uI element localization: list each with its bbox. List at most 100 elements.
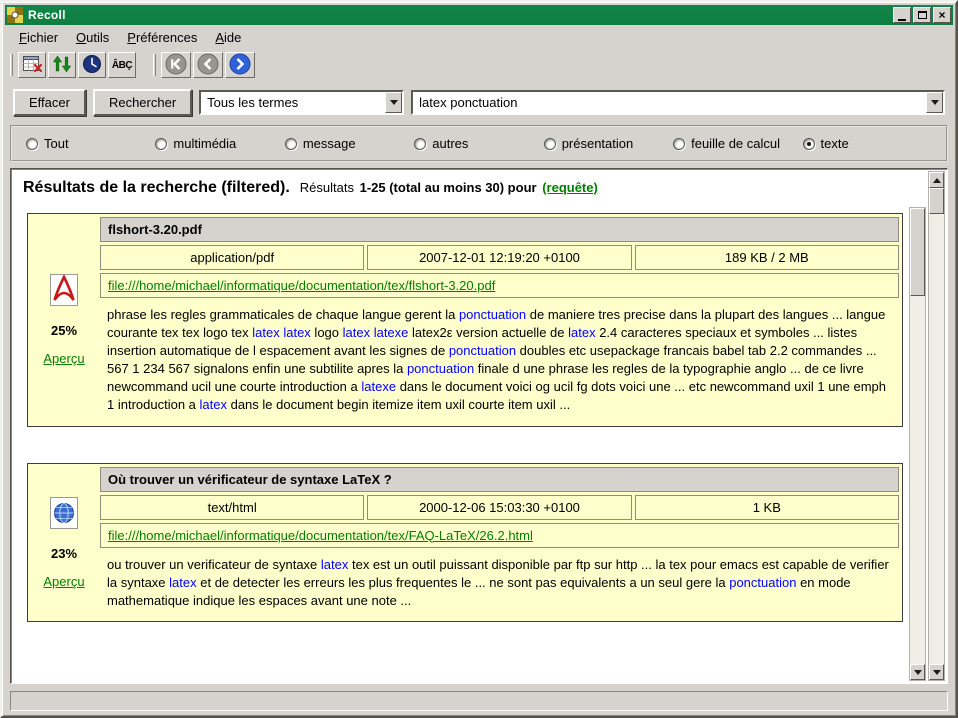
previous-page-button[interactable] (193, 52, 223, 78)
term-explorer-button[interactable]: ÂBÇ (108, 52, 136, 78)
recoll-window: Recoll × FichierOutilsPréférencesAide ÂB… (0, 0, 958, 718)
first-page-icon (164, 52, 188, 79)
relevance-percent: 23% (51, 546, 77, 561)
window-title: Recoll (28, 8, 893, 22)
scrollbar-thumb[interactable] (929, 188, 944, 214)
chevron-down-icon[interactable] (385, 92, 402, 113)
html-file-icon[interactable] (49, 496, 79, 533)
toolbar-grip[interactable] (10, 54, 13, 76)
sort-parameters-button[interactable] (48, 52, 76, 78)
result-size: 1 KB (635, 495, 899, 520)
recoll-app-icon (7, 7, 23, 23)
search-term-highlight: latex (321, 557, 348, 572)
arrow-down-icon (914, 670, 922, 679)
result-size: 189 KB / 2 MB (635, 245, 899, 270)
menu-aide[interactable]: Aide (207, 27, 249, 48)
result-item: 23% Aperçu Où trouver un vérificateur de s… (27, 463, 903, 623)
scrollbar-track[interactable] (929, 188, 944, 664)
toolbar: ÂBÇ (5, 49, 953, 81)
clear-search-icon (21, 53, 43, 78)
result-url-link[interactable]: file:///home/michael/informatique/docume… (108, 278, 495, 293)
result-url-link[interactable]: file:///home/michael/informatique/docume… (108, 528, 533, 543)
menu-preferences[interactable]: Préférences (119, 27, 205, 48)
result-title: Où trouver un vérificateur de syntaxe La… (100, 467, 899, 492)
result-side-panel: 25%Aperçu (31, 217, 97, 423)
search-button[interactable]: Rechercher (93, 89, 192, 116)
result-mime: text/html (100, 495, 364, 520)
search-bar: Effacer Rechercher Tous les termes latex… (13, 89, 945, 116)
scrollbar-thumb[interactable] (910, 208, 925, 296)
results-range: 1-25 (total au moins 30) pour (360, 180, 537, 195)
toolbar-grip[interactable] (153, 54, 156, 76)
preview-link[interactable]: Aperçu (43, 574, 84, 589)
preview-link[interactable]: Aperçu (43, 351, 84, 366)
radio-icon (803, 138, 815, 150)
filter-label-presentation: présentation (562, 136, 634, 151)
arrow-up-icon (933, 174, 941, 183)
scroll-down-button[interactable] (929, 664, 944, 680)
filter-label-texte: texte (821, 136, 849, 151)
result-item: 25%Aperçuflshort-3.20.pdf application/pdf… (27, 213, 903, 427)
filter-message[interactable]: message (285, 136, 414, 151)
abstract-text: et de detecter les erreurs les plus freq… (197, 575, 730, 590)
radio-icon (673, 138, 685, 150)
filter-label-message: message (303, 136, 356, 151)
menu-outils[interactable]: Outils (68, 27, 117, 48)
query-history-button[interactable] (78, 52, 106, 78)
query-history-icon (81, 53, 103, 78)
results-scrollbar-inner[interactable] (909, 207, 926, 681)
filter-label-feuille-de-calcul: feuille de calcul (691, 136, 780, 151)
filter-texte[interactable]: texte (803, 136, 932, 151)
minimize-button[interactable] (893, 7, 911, 23)
results-title: Résultats de la recherche (filtered). (23, 179, 290, 197)
filter-multimedia[interactable]: multimédia (155, 136, 284, 151)
search-mode-value: Tous les termes (207, 95, 385, 110)
search-term-highlight: latex (169, 575, 196, 590)
scrollbar-track[interactable] (910, 208, 925, 664)
query-link[interactable]: (requête) (542, 180, 598, 195)
result-title: flshort-3.20.pdf (100, 217, 899, 242)
toolbar-group-2 (161, 52, 255, 78)
toolbar-group-1: ÂBÇ (18, 52, 136, 78)
maximize-button[interactable] (913, 7, 931, 23)
scroll-up-button[interactable] (929, 172, 944, 188)
abstract-text: phrase les regles grammaticales de chaqu… (107, 307, 459, 322)
term-explorer-icon: ÂBÇ (112, 60, 132, 71)
clear-button[interactable]: Effacer (13, 89, 86, 116)
next-page-icon (228, 52, 252, 79)
radio-icon (414, 138, 426, 150)
close-button[interactable]: × (933, 7, 951, 23)
filter-presentation[interactable]: présentation (544, 136, 673, 151)
radio-icon (155, 138, 167, 150)
result-meta-row: application/pdf2007-12-01 12:19:20 +0100… (100, 245, 899, 270)
scroll-down-button[interactable] (910, 664, 925, 680)
next-page-button[interactable] (225, 52, 255, 78)
filter-label-tout: Tout (44, 136, 69, 151)
result-abstract: ou trouver un verificateur de syntaxe la… (100, 551, 899, 619)
clear-search-button[interactable] (18, 52, 46, 78)
filter-feuille-de-calcul[interactable]: feuille de calcul (673, 136, 802, 151)
query-value: latex ponctuation (419, 95, 926, 110)
search-term-highlight: latexe (361, 379, 396, 394)
menubar: FichierOutilsPréférencesAide (5, 25, 953, 49)
filter-autres[interactable]: autres (414, 136, 543, 151)
search-term-highlight: ponctuation (459, 307, 526, 322)
abstract-text: ou trouver un verificateur de syntaxe (107, 557, 321, 572)
first-page-button[interactable] (161, 52, 191, 78)
pdf-file-icon[interactable] (49, 273, 79, 310)
result-mime: application/pdf (100, 245, 364, 270)
status-bar (10, 691, 948, 711)
filter-label-multimedia: multimédia (173, 136, 236, 151)
titlebar[interactable]: Recoll × (5, 5, 953, 25)
results-scrollbar-outer[interactable] (928, 171, 945, 681)
menu-fichier[interactable]: Fichier (11, 27, 66, 48)
results-panel: Résultats de la recherche (filtered). Ré… (10, 168, 948, 684)
results-list: Résultats de la recherche (filtered). Ré… (13, 171, 907, 681)
chevron-down-icon[interactable] (926, 92, 943, 113)
result-main: flshort-3.20.pdf application/pdf2007-12-0… (100, 217, 899, 423)
filter-tout[interactable]: Tout (26, 136, 155, 151)
close-icon: × (938, 9, 945, 21)
abstract-text: logo (311, 325, 343, 340)
search-mode-select[interactable]: Tous les termes (199, 90, 404, 115)
query-input[interactable]: latex ponctuation (411, 90, 945, 115)
